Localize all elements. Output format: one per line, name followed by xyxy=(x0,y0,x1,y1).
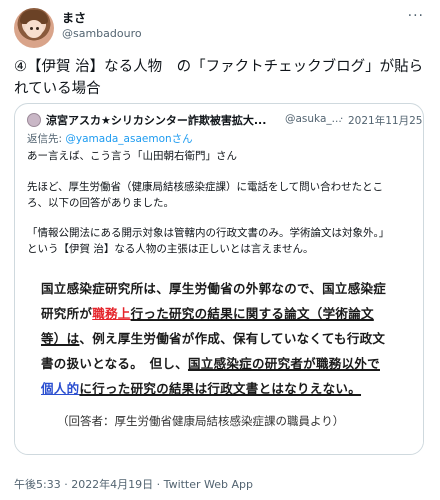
image-text-line: 等）は、例え厚生労働省が作成、保有していなくても行政文 xyxy=(41,331,385,347)
image-highlight-red: 職務上 xyxy=(92,306,131,321)
image-text-underlined: に行った研究の結果は行政文書とはなりえない。 xyxy=(79,381,362,396)
quote-line: 先ほど、厚生労働省（健康局結核感染症課）に電話をして問い合わせたとこ xyxy=(27,181,384,193)
image-text: 書の扱いとなる。 但し、 xyxy=(41,356,188,371)
quote-author-handle: @asuka_... xyxy=(285,113,342,125)
quote-line: あー言えば、こう言う「山田朝右衛門」さん xyxy=(27,150,237,162)
quote-date: 2021年11月25日 xyxy=(348,115,423,127)
author-name[interactable]: まさ xyxy=(62,9,86,26)
image-footer: （回答者：厚生労働省健康局結核感染症課の職員より） xyxy=(57,414,345,428)
image-text-line: 書の扱いとなる。 但し、国立感染症の研究者が職務以外で xyxy=(41,356,380,372)
avatar[interactable] xyxy=(14,8,54,48)
image-text-line: 国立感染症研究所は、厚生労働省の外郭なので、国立感染症 xyxy=(41,281,386,297)
avatar-eye xyxy=(30,27,33,30)
avatar-eye xyxy=(36,27,39,30)
quote-line: という【伊賀 治】なる人物の主張は正しいとは言えません。 xyxy=(27,243,314,255)
tweet: まさ @sambadouro ··· ④【伊賀 治】なる人物 の「ファクトチェッ… xyxy=(0,0,440,500)
quote-dot: · xyxy=(340,113,344,125)
reply-prefix: 返信先: xyxy=(27,133,66,145)
quote-line: ろ、以下の回答がありました。 xyxy=(27,197,174,209)
quote-image[interactable]: 国立感染症研究所は、厚生労働省の外郭なので、国立感染症 研究所が職務上行った研究… xyxy=(15,269,423,449)
tweet-metadata[interactable]: 午後5:33 · 2022年4月19日 · Twitter Web App xyxy=(14,476,253,492)
image-text-line: 個人的に行った研究の結果は行政文書とはなりえない。 xyxy=(41,381,361,397)
quote-line: 「情報公開法にある開示対象は管轄内の行政文書のみ。学術論文は対象外。」 xyxy=(27,227,390,239)
quoted-tweet[interactable]: 涼宮アスカ★シリカシンター詐欺被害拡大... @asuka_... · 2021… xyxy=(14,103,424,455)
reply-mention[interactable]: @yamada_asaemonさん xyxy=(65,133,192,145)
author-handle[interactable]: @sambadouro xyxy=(62,27,142,40)
image-text: 研究所が xyxy=(41,306,93,321)
quote-author-name: 涼宮アスカ★シリカシンター詐欺被害拡大... xyxy=(46,114,267,127)
quote-reply-to: 返信先: @yamada_asaemonさん xyxy=(27,131,193,146)
quote-avatar[interactable] xyxy=(27,113,41,127)
image-text-underlined: 国立感染症の研究者が職務以外で xyxy=(187,356,380,371)
image-text-underlined: 等）は xyxy=(41,331,80,346)
image-text: 国立感染症研究所は、厚生労働省の外郭なので、国立感染症 xyxy=(41,281,387,296)
more-horizontal-icon[interactable]: ··· xyxy=(408,8,424,24)
image-text-line: 研究所が職務上行った研究の結果に関する論文（学術論文 xyxy=(41,306,374,322)
image-text: 、例え厚生労働省が作成、保有していなくても行政文 xyxy=(79,331,386,346)
image-highlight-blue: 個人的 xyxy=(41,381,80,396)
image-text-underlined: 行った研究の結果に関する論文（学術論文 xyxy=(130,306,374,321)
tweet-text: ④【伊賀 治】なる人物 の「ファクトチェックブログ」が貼られている場合 xyxy=(14,59,424,97)
avatar-face xyxy=(25,20,43,38)
